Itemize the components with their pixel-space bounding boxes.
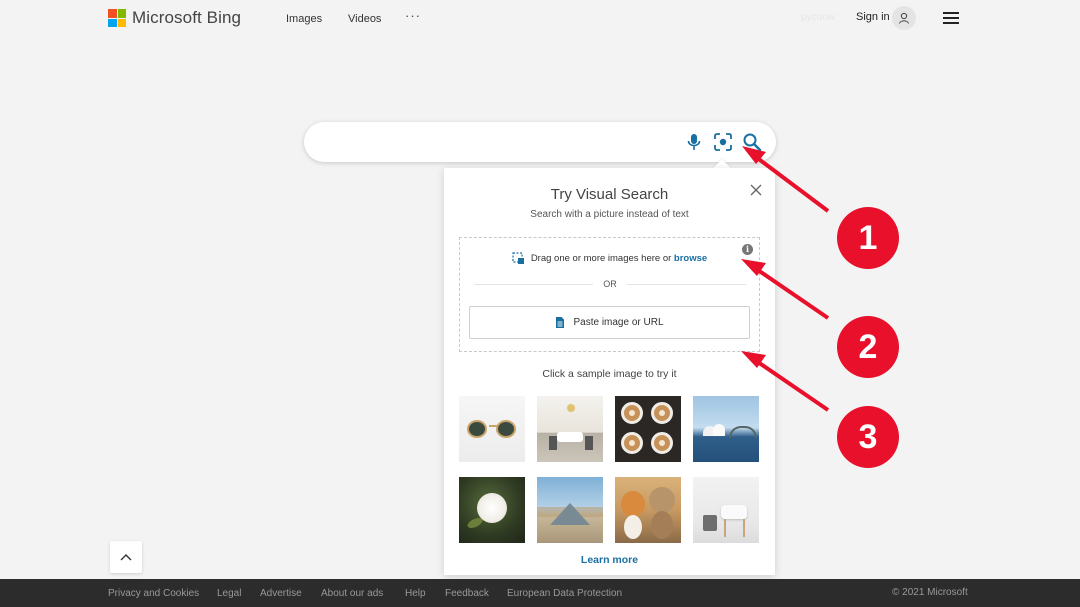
or-label: OR: [603, 279, 617, 289]
sign-in-link[interactable]: Sign in: [856, 11, 890, 23]
more-menu-button[interactable]: ···: [405, 8, 421, 23]
footer: Privacy and Cookies Legal Advertise Abou…: [0, 579, 1080, 607]
sample-images-grid: [459, 396, 759, 543]
sample-image-dogs[interactable]: [615, 477, 681, 543]
footer-link-data-protection[interactable]: European Data Protection: [507, 588, 622, 599]
sample-image-dining-room[interactable]: [537, 396, 603, 462]
bing-logo[interactable]: Microsoft Bing: [108, 8, 241, 28]
copyright: © 2021 Microsoft: [892, 587, 968, 598]
sample-image-rose[interactable]: [459, 477, 525, 543]
visual-search-panel: Try Visual Search Search with a picture …: [444, 168, 775, 575]
browse-link[interactable]: browse: [674, 253, 707, 264]
brand-name: Microsoft Bing: [132, 8, 242, 27]
footer-link-advertise[interactable]: Advertise: [260, 588, 302, 599]
search-icon[interactable]: [741, 131, 763, 153]
footer-link-help[interactable]: Help: [405, 588, 426, 599]
microsoft-logo-icon: [108, 9, 126, 27]
visual-search-icon[interactable]: [712, 131, 734, 153]
or-divider: OR: [474, 279, 746, 289]
nav-videos[interactable]: Videos: [348, 13, 381, 25]
hamburger-menu-icon[interactable]: [943, 12, 959, 24]
sample-image-chair[interactable]: [693, 477, 759, 543]
annotation-badge-1: 1: [837, 207, 899, 269]
avatar[interactable]: [892, 6, 916, 30]
sample-image-louvre[interactable]: [537, 477, 603, 543]
annotation-badge-3: 3: [837, 406, 899, 468]
annotation-badge-2: 2: [837, 316, 899, 378]
paste-image-button[interactable]: Paste image or URL: [469, 306, 750, 339]
microphone-icon[interactable]: [683, 131, 705, 153]
paste-label: Paste image or URL: [573, 317, 664, 328]
drag-image-icon: [512, 252, 524, 264]
sample-image-sunglasses[interactable]: [459, 396, 525, 462]
image-drop-zone[interactable]: i Drag one or more images here or browse…: [459, 237, 760, 352]
sample-image-sydney[interactable]: [693, 396, 759, 462]
user-name: pycoow: [801, 12, 835, 23]
footer-link-about-ads[interactable]: About our ads: [321, 588, 383, 599]
search-bar[interactable]: [304, 122, 776, 162]
back-to-top-button[interactable]: [110, 541, 142, 573]
person-icon: [899, 12, 909, 24]
chevron-up-icon: [120, 554, 132, 561]
visual-search-subtitle: Search with a picture instead of text: [530, 209, 689, 220]
visual-search-title: Try Visual Search: [550, 186, 669, 203]
drag-text: Drag one or more images here or: [530, 253, 674, 264]
sample-images-label: Click a sample image to try it: [542, 368, 677, 380]
footer-link-privacy[interactable]: Privacy and Cookies: [108, 588, 199, 599]
sample-image-coffee[interactable]: [615, 396, 681, 462]
learn-more-link[interactable]: Learn more: [444, 554, 775, 566]
drag-instructions: Drag one or more images here or browse: [460, 252, 759, 265]
document-icon: [556, 317, 565, 328]
footer-link-feedback[interactable]: Feedback: [445, 588, 489, 599]
footer-link-legal[interactable]: Legal: [217, 588, 241, 599]
nav-images[interactable]: Images: [286, 13, 322, 25]
